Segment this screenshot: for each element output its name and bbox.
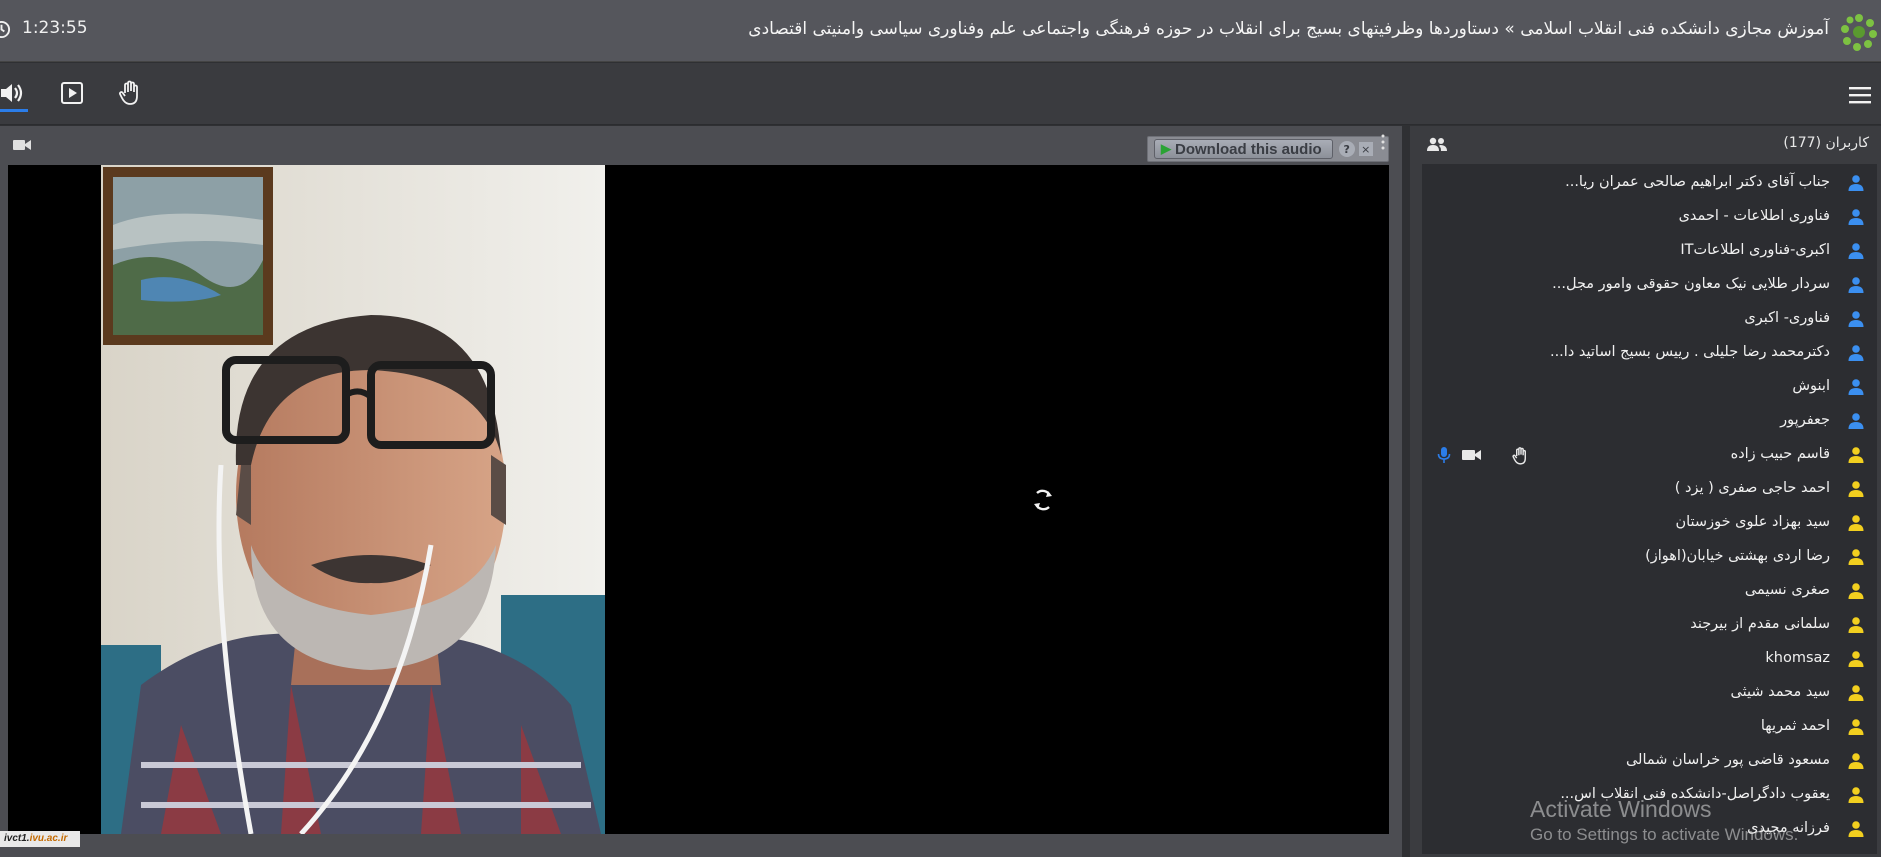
- user-name: جناب آقای دکتر ابراهیم صالحی عمران ریا..…: [1565, 174, 1830, 190]
- user-icon: [1848, 787, 1864, 803]
- help-button[interactable]: ?: [1338, 141, 1355, 157]
- users-panel-header: کاربران (177): [1410, 126, 1881, 162]
- presenter-webcam-feed: [101, 165, 605, 834]
- download-audio-button[interactable]: ▶ Download this audio: [1154, 139, 1333, 159]
- user-list-item[interactable]: فناوری- اکبری: [1422, 302, 1877, 336]
- user-name: فرزانه مجیدی: [1747, 820, 1830, 836]
- user-list-item[interactable]: فناوری اطلاعات - احمدی: [1422, 200, 1877, 234]
- user-name: رضا اردی بهشتی خیابان(اهواز): [1645, 548, 1830, 564]
- user-icon: [1848, 311, 1864, 327]
- user-name: سید بهزاد علوی خوزستان: [1675, 514, 1830, 530]
- user-list-item[interactable]: یعقوب دادگراصل-دانشکده فنی انقلاب اس...: [1422, 778, 1877, 812]
- user-name: احمد ثمریها: [1760, 718, 1830, 734]
- user-list-item[interactable]: دکترمحمد رضا جلیلی . رییس بسیج اساتید دا…: [1422, 336, 1877, 370]
- users-panel: کاربران (177) جناب آقای دکتر ابراهیم صال…: [1410, 126, 1881, 857]
- user-icon: [1848, 447, 1864, 463]
- play-triangle-icon: ▶: [1161, 141, 1171, 156]
- main-menu-button[interactable]: [1845, 81, 1875, 109]
- user-list-item[interactable]: احمد ثمریها: [1422, 710, 1877, 744]
- raise-hand-button[interactable]: [115, 77, 147, 109]
- user-icon: [1848, 617, 1864, 633]
- user-name: فناوری اطلاعات - احمدی: [1678, 208, 1830, 224]
- toolbar: [0, 63, 1881, 125]
- user-list-item[interactable]: صغری نسیمی: [1422, 574, 1877, 608]
- user-name: سلمانی مقدم از بیرجند: [1690, 616, 1830, 632]
- kebab-menu-icon[interactable]: [1380, 134, 1386, 150]
- screen-share-button[interactable]: [56, 77, 88, 109]
- user-icon: [1848, 243, 1864, 259]
- user-list-item[interactable]: سردار طلایی نیک معاون حقوقی وامور مجل...: [1422, 268, 1877, 302]
- user-list-item[interactable]: مسعود قاضی پور خراسان شمالی: [1422, 744, 1877, 778]
- user-icon: [1848, 515, 1864, 531]
- user-list-item[interactable]: ابنوش: [1422, 370, 1877, 404]
- users-panel-title: کاربران (177): [1783, 135, 1869, 151]
- user-icon: [1848, 379, 1864, 395]
- audio-download-bar: ▶ Download this audio ? ×: [1147, 136, 1389, 162]
- user-name: صغری نسیمی: [1744, 582, 1830, 598]
- loading-spinner-icon: [1034, 489, 1052, 511]
- user-name: khomsaz: [1765, 650, 1830, 666]
- user-icon: [1848, 651, 1864, 667]
- user-list-item[interactable]: سلمانی مقدم از بیرجند: [1422, 608, 1877, 642]
- logo-icon: [1841, 14, 1877, 51]
- user-icon: [1848, 753, 1864, 769]
- user-list-item[interactable]: سید محمد شیثی: [1422, 676, 1877, 710]
- raise-hand-icon: [119, 80, 138, 105]
- user-list-item[interactable]: جعفرپور: [1422, 404, 1877, 438]
- video-panel: ▶ Download this audio ? ×: [0, 126, 1402, 857]
- user-icon: [1848, 719, 1864, 735]
- user-icon: [1848, 481, 1864, 497]
- user-icon: [1848, 821, 1864, 837]
- user-list-item[interactable]: khomsaz: [1422, 642, 1877, 676]
- clock-icon: [0, 20, 11, 39]
- user-name: قاسم حبیب زاده: [1730, 446, 1830, 462]
- user-list-item[interactable]: اکبری-فناوری اطلاعاتIT: [1422, 234, 1877, 268]
- user-name: فناوری- اکبری: [1744, 310, 1830, 326]
- speaker-icon: [1, 84, 23, 102]
- user-list-item[interactable]: قاسم حبیب زاده: [1422, 438, 1877, 472]
- watermark-label: ivct1.ivu.ac.ir: [0, 831, 80, 847]
- audio-button[interactable]: [0, 77, 28, 109]
- user-icon: [1848, 345, 1864, 361]
- user-list-item[interactable]: احمد حاجی صفری ( یزد ): [1422, 472, 1877, 506]
- app-window: 1:23:55 آموزش مجازی دانشکده فنی انقلاب ا…: [0, 0, 1881, 857]
- user-icon: [1848, 549, 1864, 565]
- user-icon: [1848, 583, 1864, 599]
- title-bar: 1:23:55 آموزش مجازی دانشکده فنی انقلاب ا…: [0, 0, 1881, 62]
- session-title: آموزش مجازی دانشکده فنی انقلاب اسلامی » …: [748, 19, 1829, 39]
- user-name: یعقوب دادگراصل-دانشکده فنی انقلاب اس...: [1560, 786, 1830, 802]
- screen-share-icon: [61, 82, 83, 104]
- user-list-item[interactable]: رضا اردی بهشتی خیابان(اهواز): [1422, 540, 1877, 574]
- hamburger-menu-icon: [1849, 87, 1871, 104]
- close-download-button[interactable]: ×: [1358, 142, 1373, 156]
- user-list-item[interactable]: جناب آقای دکتر ابراهیم صالحی عمران ریا..…: [1422, 166, 1877, 200]
- user-media-controls: [1436, 446, 1531, 466]
- user-icon: [1848, 413, 1864, 429]
- session-timer: 1:23:55: [22, 18, 88, 38]
- user-name: ابنوش: [1792, 378, 1830, 394]
- user-list-item[interactable]: فرزانه مجیدی: [1422, 812, 1877, 846]
- video-stage[interactable]: [8, 165, 1389, 834]
- user-name: احمد حاجی صفری ( یزد ): [1674, 480, 1830, 496]
- user-icon: [1848, 209, 1864, 225]
- users-group-icon[interactable]: [1426, 136, 1448, 152]
- user-name: سردار طلایی نیک معاون حقوقی وامور مجل...: [1552, 276, 1830, 292]
- microphone-icon[interactable]: [1436, 446, 1452, 464]
- video-camera-icon: [13, 140, 31, 150]
- video-camera-icon[interactable]: [1461, 448, 1483, 462]
- user-name: مسعود قاضی پور خراسان شمالی: [1625, 752, 1830, 768]
- user-name: سید محمد شیثی: [1730, 684, 1830, 700]
- user-name: اکبری-فناوری اطلاعاتIT: [1680, 242, 1830, 258]
- raise-hand-icon[interactable]: [1511, 446, 1531, 466]
- user-icon: [1848, 175, 1864, 191]
- user-icon: [1848, 685, 1864, 701]
- user-list-item[interactable]: سید بهزاد علوی خوزستان: [1422, 506, 1877, 540]
- user-icon: [1848, 277, 1864, 293]
- user-name: جعفرپور: [1780, 412, 1830, 428]
- user-name: دکترمحمد رضا جلیلی . رییس بسیج اساتید دا…: [1549, 344, 1830, 360]
- users-list[interactable]: جناب آقای دکتر ابراهیم صالحی عمران ریا..…: [1422, 164, 1877, 854]
- download-audio-label: Download this audio: [1175, 140, 1322, 158]
- audio-active-indicator: [0, 109, 28, 112]
